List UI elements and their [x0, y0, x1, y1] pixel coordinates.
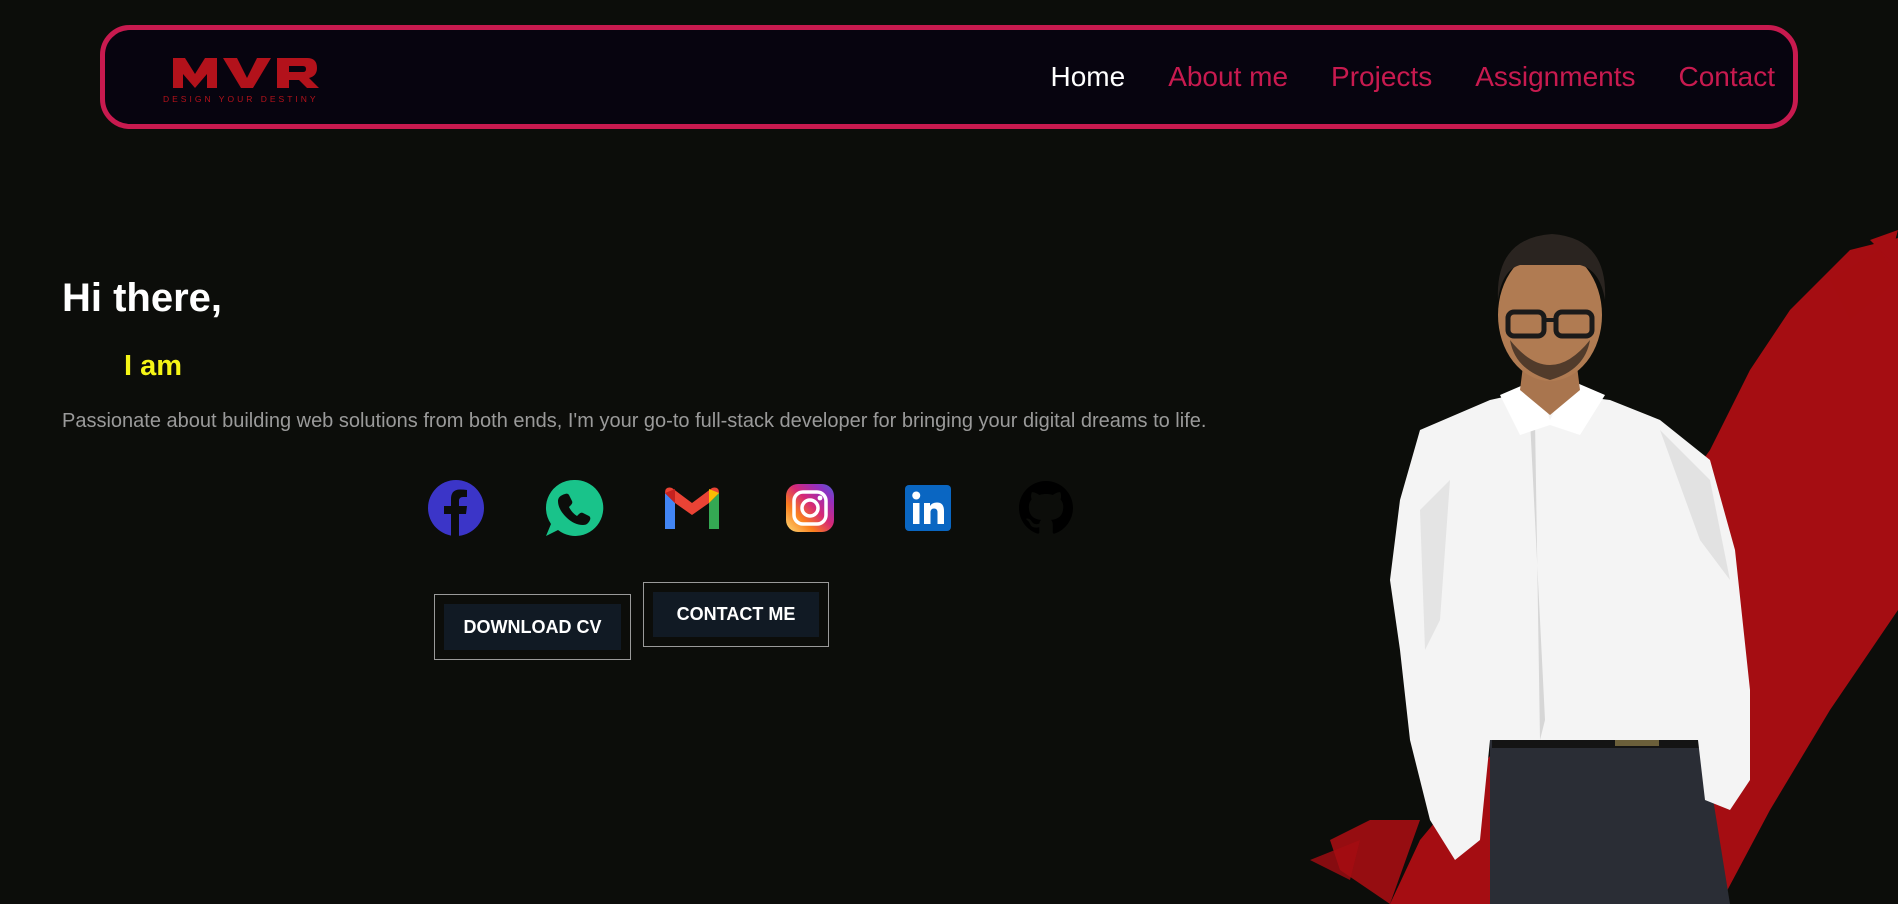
instagram-icon[interactable] [780, 478, 840, 538]
hero-intro: I am [124, 350, 183, 382]
gmail-icon[interactable] [662, 478, 722, 538]
navbar: DESIGN YOUR DESTINY Home About me Projec… [100, 25, 1798, 129]
nav-contact[interactable]: Contact [1679, 61, 1776, 93]
logo-tagline: DESIGN YOUR DESTINY [163, 94, 319, 104]
hero-tagline: Passionate about building web solutions … [62, 410, 1207, 432]
download-cv-label: DOWNLOAD CV [444, 604, 621, 650]
hero-greeting: Hi there, [62, 276, 223, 320]
nav-projects[interactable]: Projects [1331, 61, 1432, 93]
linkedin-icon[interactable] [898, 478, 958, 538]
github-icon[interactable] [1016, 478, 1076, 538]
nav-assignments[interactable]: Assignments [1475, 61, 1635, 93]
hero-portrait [1190, 220, 1898, 904]
nav-home[interactable]: Home [1050, 61, 1125, 93]
logo-mark: DESIGN YOUR DESTINY [163, 58, 319, 104]
nav-links: Home About me Projects Assignments Conta… [1050, 30, 1775, 124]
nav-about[interactable]: About me [1168, 61, 1288, 93]
contact-me-button[interactable]: CONTACT ME [643, 582, 829, 647]
facebook-icon[interactable] [426, 478, 486, 538]
whatsapp-icon[interactable] [544, 478, 604, 538]
contact-me-label: CONTACT ME [653, 592, 819, 637]
brand-logo[interactable]: DESIGN YOUR DESTINY [161, 52, 351, 108]
download-cv-button[interactable]: DOWNLOAD CV [434, 594, 631, 660]
